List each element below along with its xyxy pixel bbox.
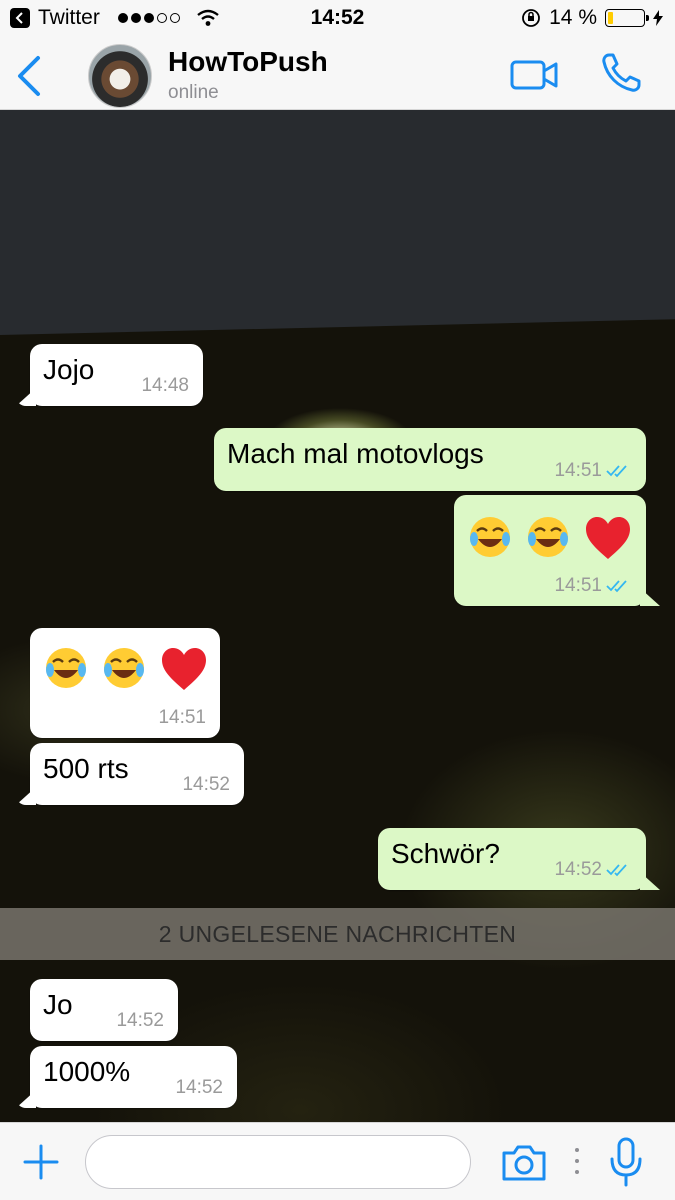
message-incoming[interactable]: 1000% 14:52	[30, 1046, 237, 1108]
emoji-row	[468, 515, 632, 561]
redacted-area	[0, 110, 675, 335]
message-time: 14:51	[554, 460, 632, 482]
message-time-label: 14:52	[182, 774, 230, 795]
status-bar: Twitter 14:52 14 %	[0, 0, 675, 36]
plus-icon[interactable]	[22, 1143, 60, 1181]
contact-avatar[interactable]	[88, 44, 152, 108]
contact-status: online	[168, 82, 219, 103]
red-heart-icon	[586, 517, 630, 559]
message-time-label: 14:51	[554, 575, 602, 596]
emoji-row	[44, 646, 208, 692]
rotation-lock-icon	[522, 9, 541, 27]
battery-icon	[605, 9, 649, 27]
message-text: Schwör?	[391, 838, 500, 869]
message-time-label: 14:52	[175, 1077, 223, 1098]
message-time: 14:48	[141, 375, 189, 397]
red-heart-icon	[162, 648, 206, 690]
message-outgoing[interactable]: Mach mal motovlogs 14:51	[214, 428, 646, 491]
battery-percent: 14 %	[549, 6, 597, 29]
message-text: 500 rts	[43, 753, 129, 784]
video-call-icon[interactable]	[510, 58, 560, 92]
message-input[interactable]	[85, 1135, 471, 1189]
battery-fill	[608, 12, 613, 24]
message-time-label: 14:51	[554, 460, 602, 481]
more-dots-icon[interactable]	[572, 1145, 582, 1177]
face-with-tears-of-joy-icon	[470, 517, 510, 557]
read-ticks-icon	[606, 465, 627, 478]
status-bar-right: 14 %	[521, 6, 663, 30]
face-with-tears-of-joy-icon	[46, 648, 86, 688]
camera-icon[interactable]	[500, 1143, 548, 1183]
message-time: 14:52	[175, 1077, 223, 1099]
read-ticks-icon	[606, 864, 627, 877]
message-time-label: 14:48	[141, 375, 189, 396]
message-text: Jo	[43, 989, 73, 1020]
charging-bolt-icon	[653, 10, 663, 26]
message-time: 14:52	[182, 774, 230, 796]
message-text: 1000%	[43, 1056, 131, 1087]
contact-name[interactable]: HowToPush	[168, 46, 328, 78]
message-time: 14:51	[158, 707, 206, 729]
message-input-bar	[0, 1122, 675, 1200]
message-incoming[interactable]: Jo 14:52	[30, 979, 178, 1041]
back-chevron-icon[interactable]	[10, 54, 50, 98]
message-outgoing-emoji[interactable]: 14:51	[454, 495, 646, 606]
message-time-label: 14:52	[554, 859, 602, 880]
message-incoming[interactable]: Jojo 14:48	[30, 344, 203, 406]
message-time: 14:52	[554, 859, 632, 881]
message-time-label: 14:52	[116, 1010, 164, 1031]
message-text: Mach mal motovlogs	[227, 438, 484, 469]
face-with-tears-of-joy-icon	[104, 648, 144, 688]
phone-icon[interactable]	[600, 52, 642, 94]
face-with-tears-of-joy-icon	[528, 517, 568, 557]
message-incoming[interactable]: 500 rts 14:52	[30, 743, 244, 805]
microphone-icon[interactable]	[608, 1137, 644, 1187]
unread-messages-banner: 2 UNGELESENE NACHRICHTEN	[0, 908, 675, 960]
message-time-label: 14:51	[158, 707, 206, 728]
chat-header: HowToPush online	[0, 36, 675, 110]
read-ticks-icon	[606, 580, 627, 593]
message-text: Jojo	[43, 354, 95, 385]
message-outgoing[interactable]: Schwör? 14:52	[378, 828, 646, 890]
message-time: 14:51	[554, 575, 632, 597]
message-incoming-emoji[interactable]: 14:51	[30, 628, 220, 738]
message-time: 14:52	[116, 1010, 164, 1032]
